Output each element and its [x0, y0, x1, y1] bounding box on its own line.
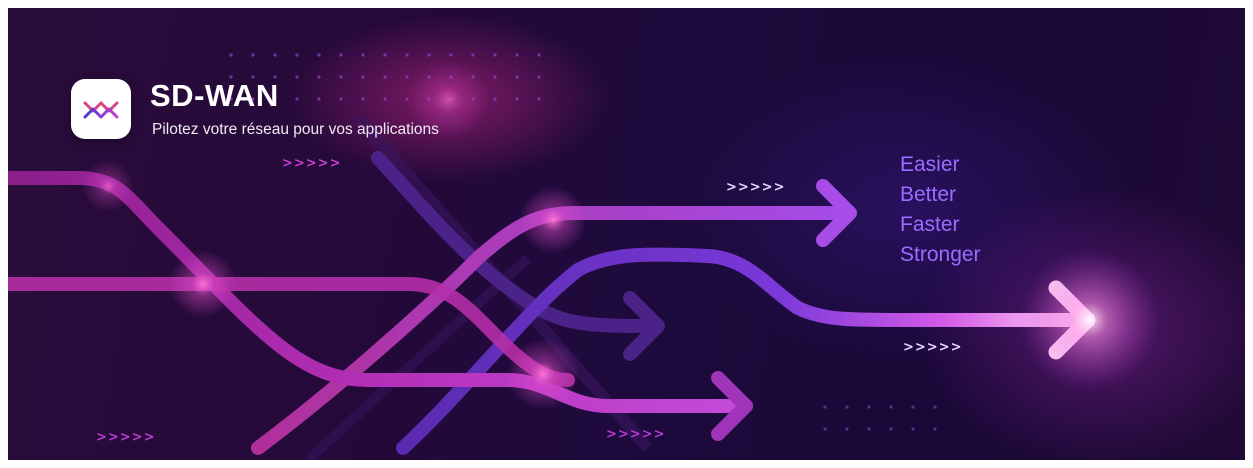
chevron-decoration: >>>>> — [903, 340, 963, 355]
tagline-word: Better — [900, 183, 957, 206]
glow-large — [1020, 250, 1160, 390]
tagline-word: Faster — [900, 213, 960, 236]
glow-node — [169, 250, 237, 318]
dot-grid-bottom — [816, 400, 946, 444]
chevron-decoration: >>>>> — [726, 180, 786, 195]
tagline-word: Stronger — [900, 243, 981, 266]
chevron-decoration: >>>>> — [282, 156, 342, 171]
chevron-decoration: >>>>> — [96, 430, 156, 445]
glow-node — [507, 338, 579, 410]
sdwan-logo — [71, 79, 131, 139]
double-chevron-wave-icon — [83, 101, 119, 119]
brand-title: SD-WAN — [150, 78, 279, 113]
tagline: Easier Better Faster Stronger — [900, 150, 981, 270]
tagline-word: Easier — [900, 153, 960, 176]
network-paths-artwork — [8, 40, 1160, 460]
glow-node — [82, 160, 134, 212]
brand-subtitle: Pilotez votre réseau pour vos applicatio… — [152, 121, 439, 138]
chevron-decoration: >>>>> — [606, 427, 666, 442]
glow-node — [519, 186, 587, 254]
sdwan-banner: >>>>> >>>>> >>>>> >>>>> >>>>> SD-WAN Pil… — [8, 8, 1245, 460]
